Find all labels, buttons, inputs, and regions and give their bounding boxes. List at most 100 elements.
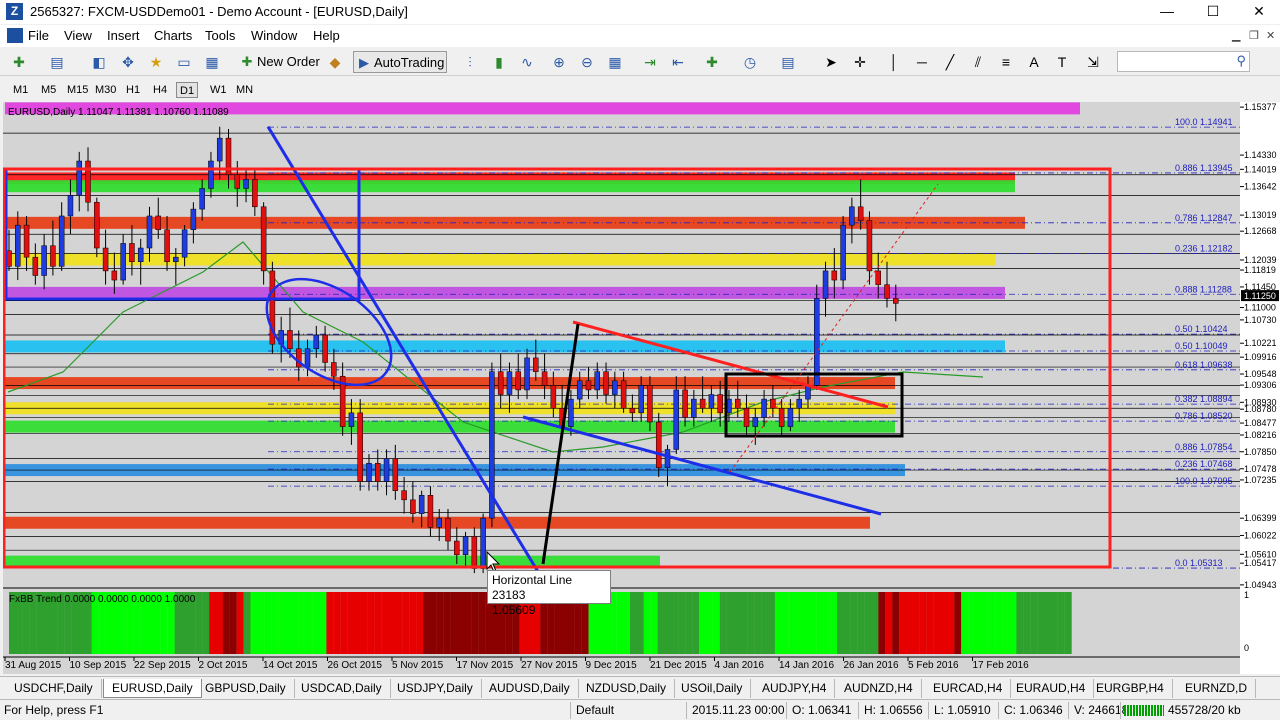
tab-usdchf-daily[interactable]: USDCHF,Daily [6,679,102,698]
menu-insert[interactable]: Insert [107,28,140,43]
candle-body [76,160,82,196]
mdi-minimize-icon[interactable]: ▁ [1232,29,1240,42]
trendline-icon[interactable]: ╱ [941,53,959,71]
tab-audusd-daily[interactable]: AUDUSD,Daily [481,679,579,698]
tf-m1[interactable]: M1 [10,82,31,98]
templates-icon[interactable]: ▤ [779,53,797,71]
indicators-icon[interactable]: ✚ [703,53,721,71]
candle-body [752,417,759,427]
vertical-line-icon[interactable]: │ [885,53,903,71]
price-label: 1.11000 [1244,303,1276,313]
horizontal-line-icon[interactable]: ─ [913,53,931,71]
minimize-button[interactable]: — [1144,0,1190,24]
search-input[interactable]: ⚲ [1117,51,1250,72]
zoom-out-icon[interactable]: ⊖ [578,53,596,71]
bar-chart-icon[interactable]: ⫶ [461,53,479,71]
tab-gbpusd-daily[interactable]: GBPUSD,Daily [197,679,295,698]
tab-usdjpy-daily[interactable]: USDJPY,Daily [389,679,482,698]
tf-w1[interactable]: W1 [207,82,230,98]
mdi-restore-icon[interactable]: ❐ [1249,29,1259,42]
tab-audnzd-h4[interactable]: AUDNZD,H4 [836,679,922,698]
tab-euraud-h4[interactable]: EURAUD,H4 [1008,679,1095,698]
fibonacci-icon[interactable]: ≡ [997,53,1015,71]
indicator-bar [802,592,810,654]
auto-scroll-icon[interactable]: ⇤ [669,53,687,71]
timeframe-bar: M1 M5 M15 M30 H1 H4 D1 W1 MN [0,78,1280,100]
line-chart-icon[interactable]: ∿ [518,53,536,71]
tf-mn[interactable]: MN [233,82,256,98]
profiles-icon[interactable]: ▤ [48,53,66,71]
price-label: 1.12039 [1244,255,1277,265]
maximize-button[interactable]: ☐ [1190,0,1236,24]
indicator-bar [1064,592,1072,654]
candle-body [173,256,179,263]
tf-h4[interactable]: H4 [150,82,170,98]
candle-body [629,408,636,414]
candle-body [814,298,820,386]
candle-body [32,256,39,276]
connection-bars-icon [1124,705,1164,716]
tf-m5[interactable]: M5 [38,82,59,98]
candle-body [717,394,723,414]
candle-body [146,215,153,249]
indicator-bar [678,592,686,654]
menu-charts[interactable]: Charts [154,28,192,43]
tab-usdcad-daily[interactable]: USDCAD,Daily [293,679,391,698]
candle-body [699,398,706,409]
fibonacci-label: 100.0 1.14941 [1175,117,1233,127]
menu-view[interactable]: View [64,28,92,43]
price-chart[interactable]: 100.0 1.14941 0.886 1.13945 0.786 1.12847 0… [3,102,1280,674]
indicator-bar [795,592,803,654]
price-label: 1.11250 [1244,291,1276,301]
menu-help[interactable]: Help [313,28,340,43]
price-label: 1.06022 [1244,530,1277,540]
tab-usoil-daily[interactable]: USOil,Daily [673,679,752,698]
tf-h1[interactable]: H1 [123,82,143,98]
meta-editor-icon[interactable]: ◆ [326,53,344,71]
candle-body [85,160,91,203]
tab-eurusd-daily[interactable]: EURUSD,Daily [103,679,202,698]
tab-audjpy-h4[interactable]: AUDJPY,H4 [754,679,836,698]
menu-tools[interactable]: Tools [205,28,235,43]
document-icon[interactable] [7,28,23,43]
chart-window[interactable]: 100.0 1.14941 0.886 1.13945 0.786 1.12847 0… [3,102,1280,674]
indicator-bar [409,592,417,654]
periods-icon[interactable]: ◷ [741,53,759,71]
tab-nzdusd-daily[interactable]: NZDUSD,Daily [578,679,676,698]
zoom-in-icon[interactable]: ⊕ [550,53,568,71]
menu-window[interactable]: Window [251,28,297,43]
tab-eurgbp-h4[interactable]: EURGBP,H4 [1088,679,1173,698]
autotrading-button[interactable]: ▶ AutoTrading [353,51,447,73]
tester-icon[interactable]: ▦ [203,53,221,71]
chart-shift-icon[interactable]: ⇥ [641,53,659,71]
fibonacci-label: 0.236 1.12182 [1175,244,1233,254]
date-label: 27 Nov 2015 [521,660,578,671]
new-chart-icon[interactable]: ✚ [10,53,28,71]
date-label: 21 Dec 2015 [650,660,707,671]
tf-d1[interactable]: D1 [176,82,199,98]
menu-file[interactable]: File [28,28,49,43]
favorites-icon[interactable]: ★ [147,53,165,71]
crosshair-icon[interactable]: ✛ [851,53,869,71]
navigator-icon[interactable]: ✥ [119,53,137,71]
candlestick-icon[interactable]: ▮ [490,53,508,71]
tab-eurcad-h4[interactable]: EURCAD,H4 [925,679,1012,698]
fibonacci-label: 0.382 1.08894 [1175,394,1233,404]
tf-m15[interactable]: M15 [64,82,91,98]
close-button[interactable]: ✕ [1236,0,1280,24]
tf-m30[interactable]: M30 [92,82,119,98]
cursor-icon[interactable]: ➤ [822,53,840,71]
new-order-button[interactable]: ✚ New Order [237,51,327,73]
candle-body [383,458,390,482]
tab-eurnzd-d[interactable]: EURNZD,D [1177,679,1256,698]
text-icon[interactable]: A [1025,53,1043,71]
arrows-icon[interactable]: ⇲ [1084,53,1102,71]
mdi-close-icon[interactable]: ✕ [1266,29,1275,42]
terminal-icon[interactable]: ▭ [175,53,193,71]
market-watch-icon[interactable]: ◧ [90,53,108,71]
tile-windows-icon[interactable]: ▦ [606,53,624,71]
search-icon[interactable]: ⚲ [1236,53,1246,69]
indicator-bar [850,592,858,654]
text-label-icon[interactable]: T [1053,53,1071,71]
channel-icon[interactable]: ⫽ [969,53,987,71]
